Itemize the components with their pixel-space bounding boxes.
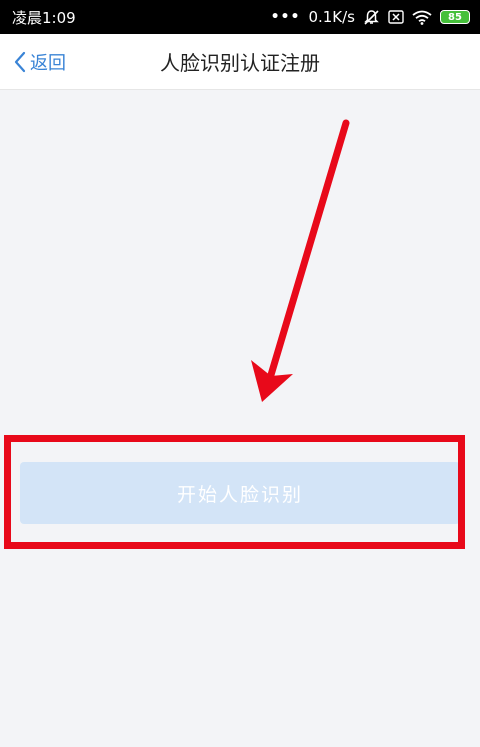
page-title: 人脸识别认证注册 <box>160 51 320 75</box>
annotation-arrow <box>251 119 350 402</box>
sim-off-icon <box>388 10 404 24</box>
network-speed: 0.1K/s <box>308 8 355 26</box>
mute-bell-icon <box>363 9 380 26</box>
start-face-recognition-button[interactable]: 开始人脸识别 <box>20 462 460 524</box>
chevron-left-icon <box>14 51 26 73</box>
status-indicators: ••• 0.1K/s 85 <box>271 8 470 26</box>
wifi-icon <box>412 10 432 25</box>
back-label: 返回 <box>30 52 66 74</box>
battery-level: 85 <box>448 11 462 23</box>
more-notifications-icon: ••• <box>270 9 301 25</box>
annotation-arrow-shaft <box>264 119 350 389</box>
navigation-bar: 返回 人脸识别认证注册 <box>0 34 480 90</box>
back-button[interactable]: 返回 <box>14 34 66 89</box>
annotation-arrow-head <box>251 360 293 402</box>
status-bar: 凌晨1:09 ••• 0.1K/s 85 <box>0 0 480 34</box>
status-time: 凌晨1:09 <box>12 8 76 27</box>
battery-icon: 85 <box>440 10 470 24</box>
